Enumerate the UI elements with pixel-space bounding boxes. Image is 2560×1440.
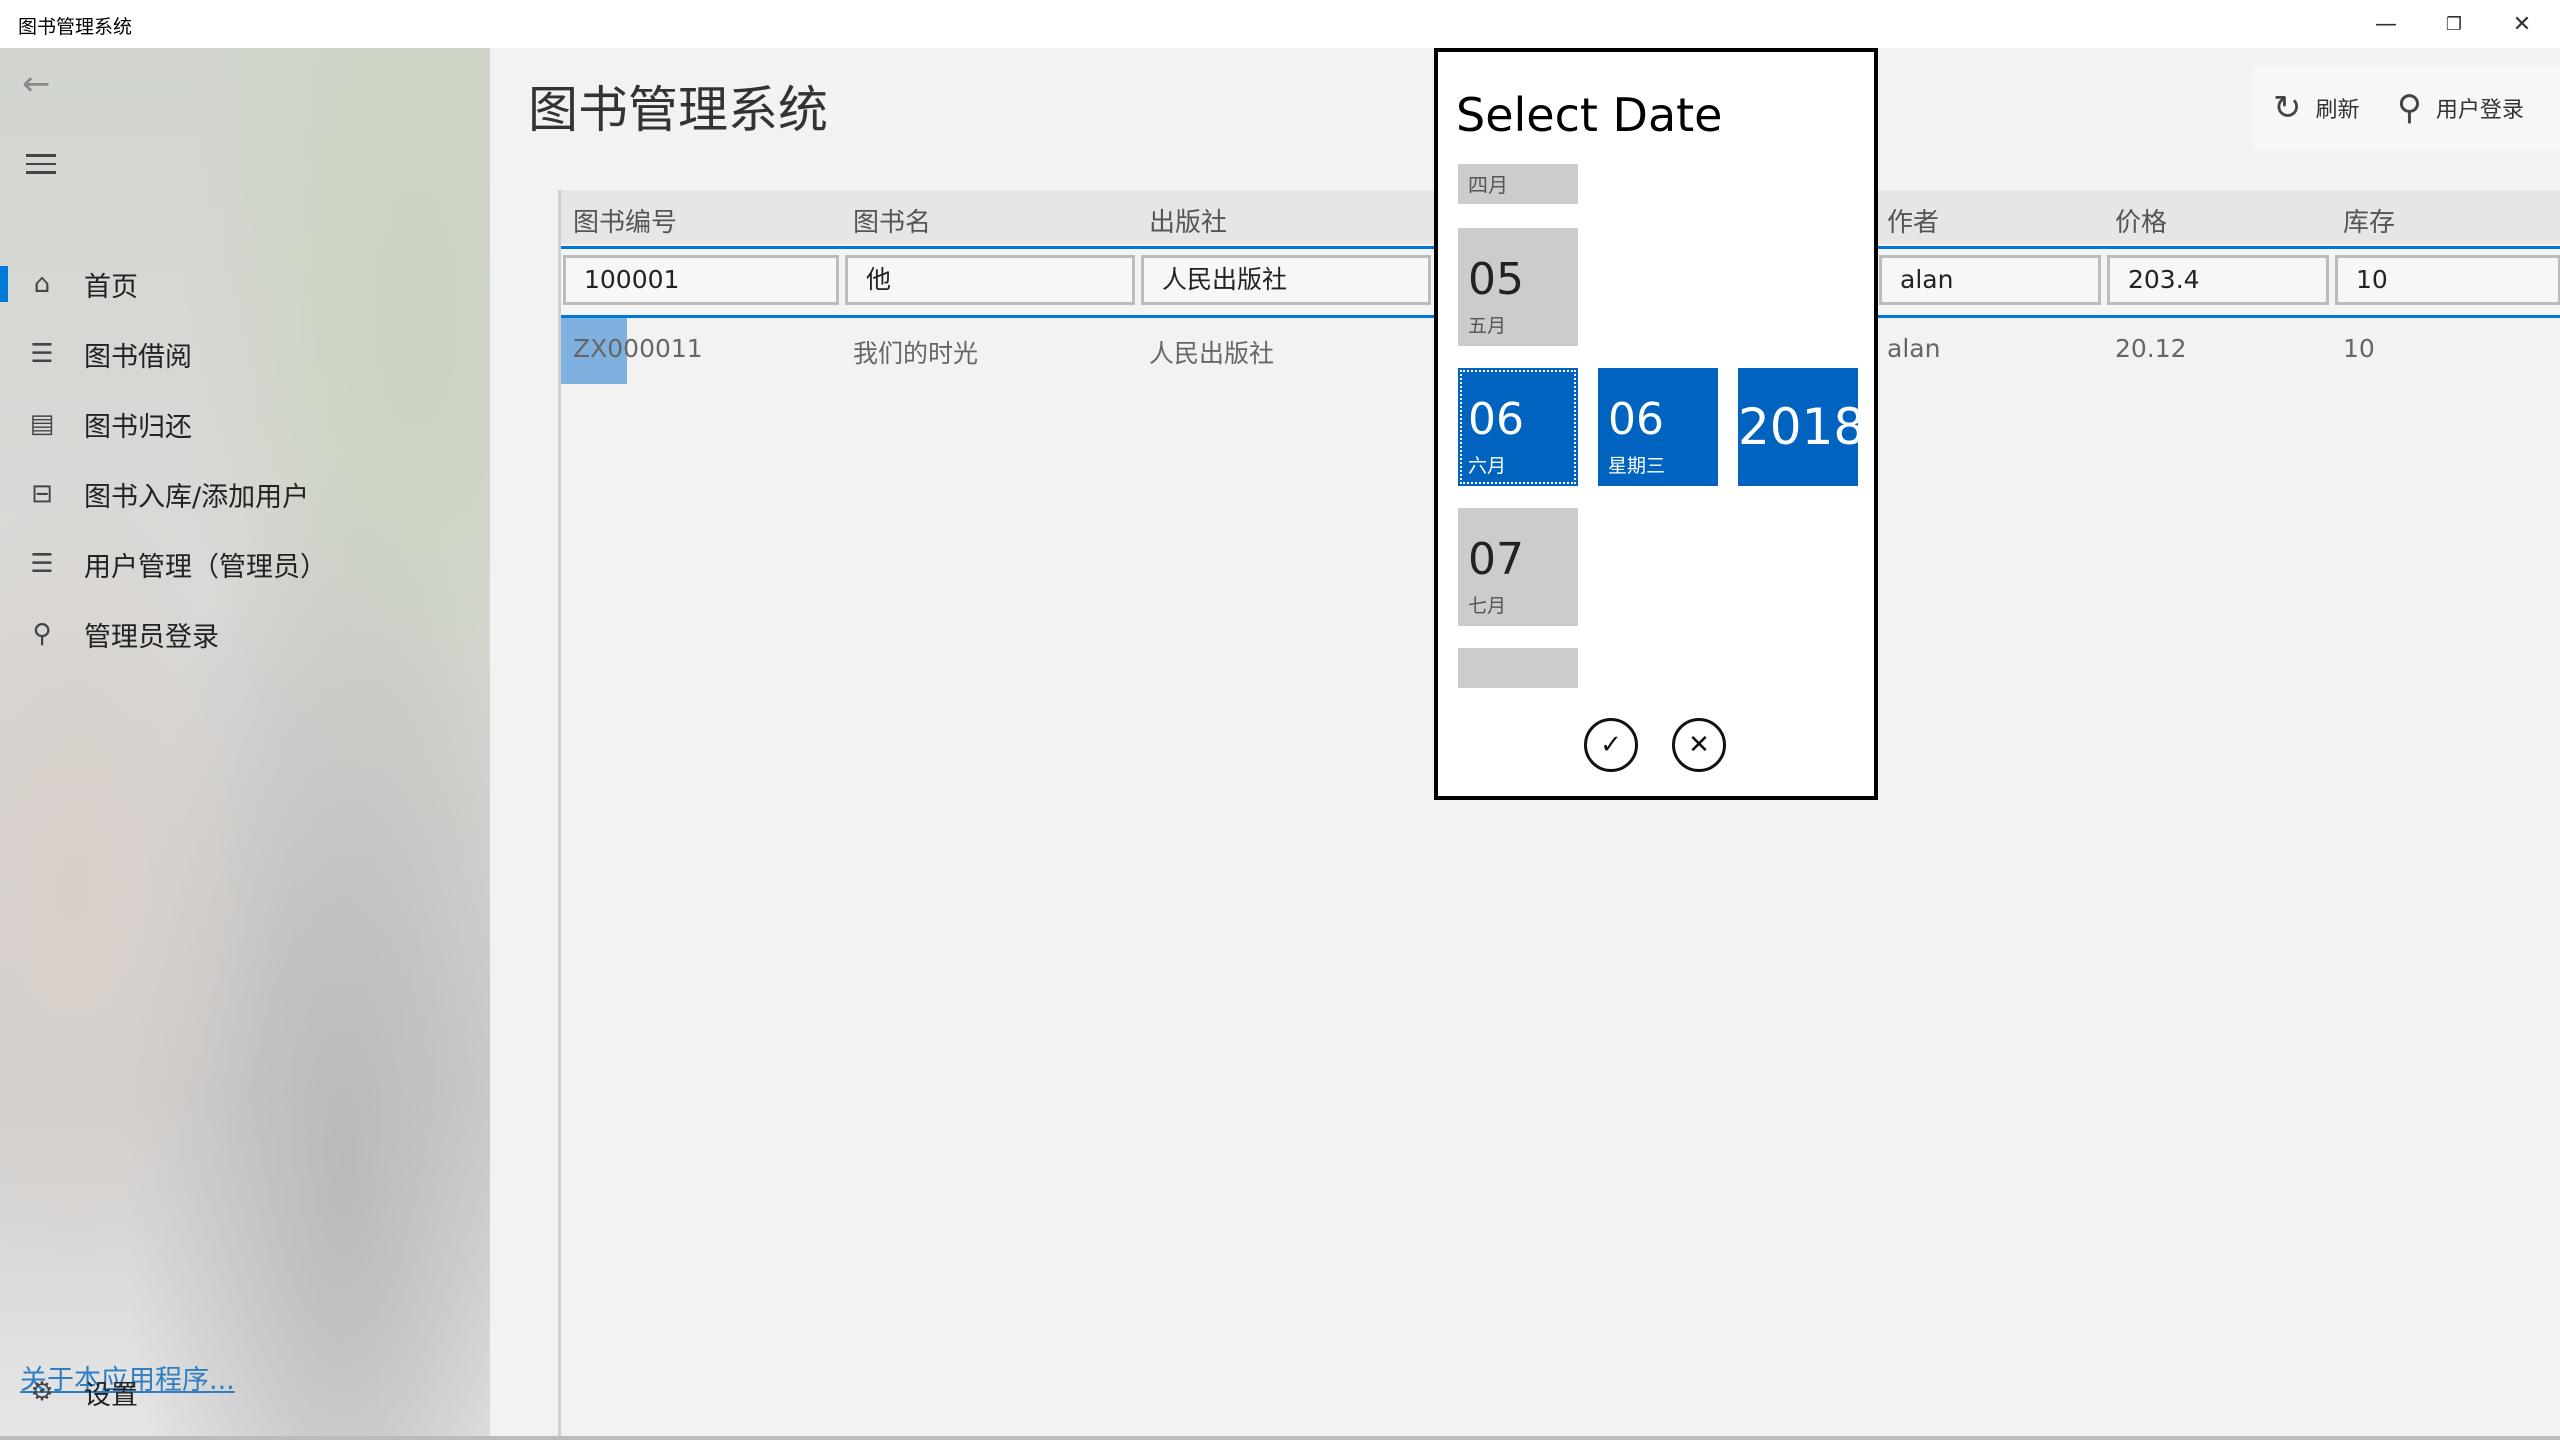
nav-item-label: 图书入库/添加用户: [84, 481, 310, 513]
column-header[interactable]: 价格: [2115, 202, 2167, 239]
window-title: 图书管理系统: [18, 16, 133, 38]
column-header[interactable]: 出版社: [1149, 202, 1227, 239]
column-header[interactable]: 图书编号: [573, 202, 677, 239]
window-bottom-edge: [0, 1436, 2560, 1440]
table-cell[interactable]: 我们的时光: [853, 334, 978, 370]
date-picker-title: Select Date: [1456, 88, 1723, 142]
user-login-label: 用户登录: [2435, 98, 2524, 123]
stock-field[interactable]: 10: [2335, 255, 2560, 305]
nav-item-label: 用户管理（管理员）: [84, 551, 327, 583]
refresh-button[interactable]: ↻ 刷新: [2273, 66, 2360, 150]
dismiss-button[interactable]: ✕: [1672, 718, 1726, 772]
table-cell[interactable]: 10: [2343, 334, 2375, 363]
close-button[interactable]: ✕: [2488, 0, 2556, 48]
command-bar: ↻ 刷新 ⚲ 用户登录: [2253, 66, 2560, 150]
nav-item-stock-in[interactable]: ⊟ 图书入库/添加用户: [0, 462, 490, 526]
month-number: 06: [1468, 394, 1524, 445]
month-option-partial[interactable]: 四月: [1458, 164, 1578, 204]
restore-button[interactable]: ❐: [2420, 0, 2488, 48]
gear-icon: ⚙: [30, 1377, 54, 1407]
refresh-label: 刷新: [2315, 98, 2360, 123]
back-arrow-icon[interactable]: ←: [22, 64, 51, 104]
month-number: 07: [1468, 534, 1524, 585]
table-cell[interactable]: 20.12: [2115, 334, 2187, 363]
year-number: 2018: [1738, 398, 1866, 456]
year-selected[interactable]: 2018: [1738, 368, 1866, 486]
nav-item-label: 图书借阅: [84, 341, 192, 373]
list-icon: ☰: [30, 339, 54, 369]
checkmark-icon: ✓: [1600, 730, 1622, 760]
nav-item-borrow[interactable]: ☰ 图书借阅: [0, 322, 490, 386]
close-icon: ✕: [1688, 730, 1710, 760]
accept-button[interactable]: ✓: [1584, 718, 1638, 772]
price-field[interactable]: 203.4: [2107, 255, 2329, 305]
person-icon: ⚲: [32, 619, 52, 649]
month-name: 七月: [1468, 595, 1507, 617]
book-id-field[interactable]: 100001: [563, 255, 839, 305]
nav-item-home[interactable]: ⌂ 首页: [0, 252, 490, 316]
table-cell[interactable]: ZX000011: [573, 334, 703, 363]
author-field[interactable]: alan: [1879, 255, 2101, 305]
weekday-name: 星期三: [1608, 455, 1666, 477]
day-number: 06: [1608, 394, 1664, 445]
nav-item-admin-login[interactable]: ⚲ 管理员登录: [0, 602, 490, 666]
month-option[interactable]: 07 七月: [1458, 508, 1578, 626]
day-selected[interactable]: 06 星期三: [1598, 368, 1718, 486]
nav-item-return[interactable]: ▤ 图书归还: [0, 392, 490, 456]
hamburger-menu-icon[interactable]: [26, 154, 56, 180]
table-cell[interactable]: alan: [1887, 334, 1940, 363]
column-header[interactable]: 图书名: [853, 202, 931, 239]
column-header[interactable]: 库存: [2343, 202, 2395, 239]
column-header[interactable]: 作者: [1887, 202, 1939, 239]
home-icon: ⌂: [33, 269, 51, 299]
month-number: 05: [1468, 254, 1524, 305]
month-option-partial[interactable]: [1458, 648, 1578, 688]
navigation-pane: ← ⌂ 首页 ☰ 图书借阅 ▤ 图书归还 ⊟ 图书入库/添加用户 ☰ 用户管理（…: [0, 48, 490, 1440]
list-icon: ☰: [30, 549, 54, 579]
nav-item-settings[interactable]: ⚙ 设置: [0, 1360, 490, 1424]
table-cell[interactable]: 人民出版社: [1149, 334, 1274, 370]
selection-indicator: [0, 266, 8, 302]
month-option[interactable]: 05 五月: [1458, 228, 1578, 346]
month-name: 五月: [1468, 315, 1507, 337]
nav-item-label: 首页: [84, 271, 138, 303]
nav-item-label: 图书归还: [84, 411, 192, 443]
title-bar: 图书管理系统 — ❐ ✕: [0, 0, 2560, 48]
person-icon: ⚲: [2397, 88, 2422, 128]
refresh-icon: ↻: [2273, 88, 2302, 128]
nav-item-user-management[interactable]: ☰ 用户管理（管理员）: [0, 532, 490, 596]
return-icon: ▤: [29, 409, 55, 439]
month-name: 四月: [1468, 173, 1508, 197]
month-name: 六月: [1468, 455, 1507, 477]
publisher-field[interactable]: 人民出版社: [1141, 255, 1431, 305]
minimize-button[interactable]: —: [2352, 0, 2420, 48]
nav-item-label: 管理员登录: [84, 621, 219, 653]
book-name-field[interactable]: 他: [845, 255, 1135, 305]
date-picker-flyout: Select Date 四月 05 五月 06 六月 06 星期三 2018 0…: [1434, 48, 1878, 800]
user-login-button[interactable]: ⚲ 用户登录: [2397, 66, 2524, 150]
page-title: 图书管理系统: [528, 81, 828, 139]
month-selected[interactable]: 06 六月: [1458, 368, 1578, 486]
add-book-icon: ⊟: [31, 479, 53, 509]
nav-item-label: 设置: [84, 1379, 138, 1411]
